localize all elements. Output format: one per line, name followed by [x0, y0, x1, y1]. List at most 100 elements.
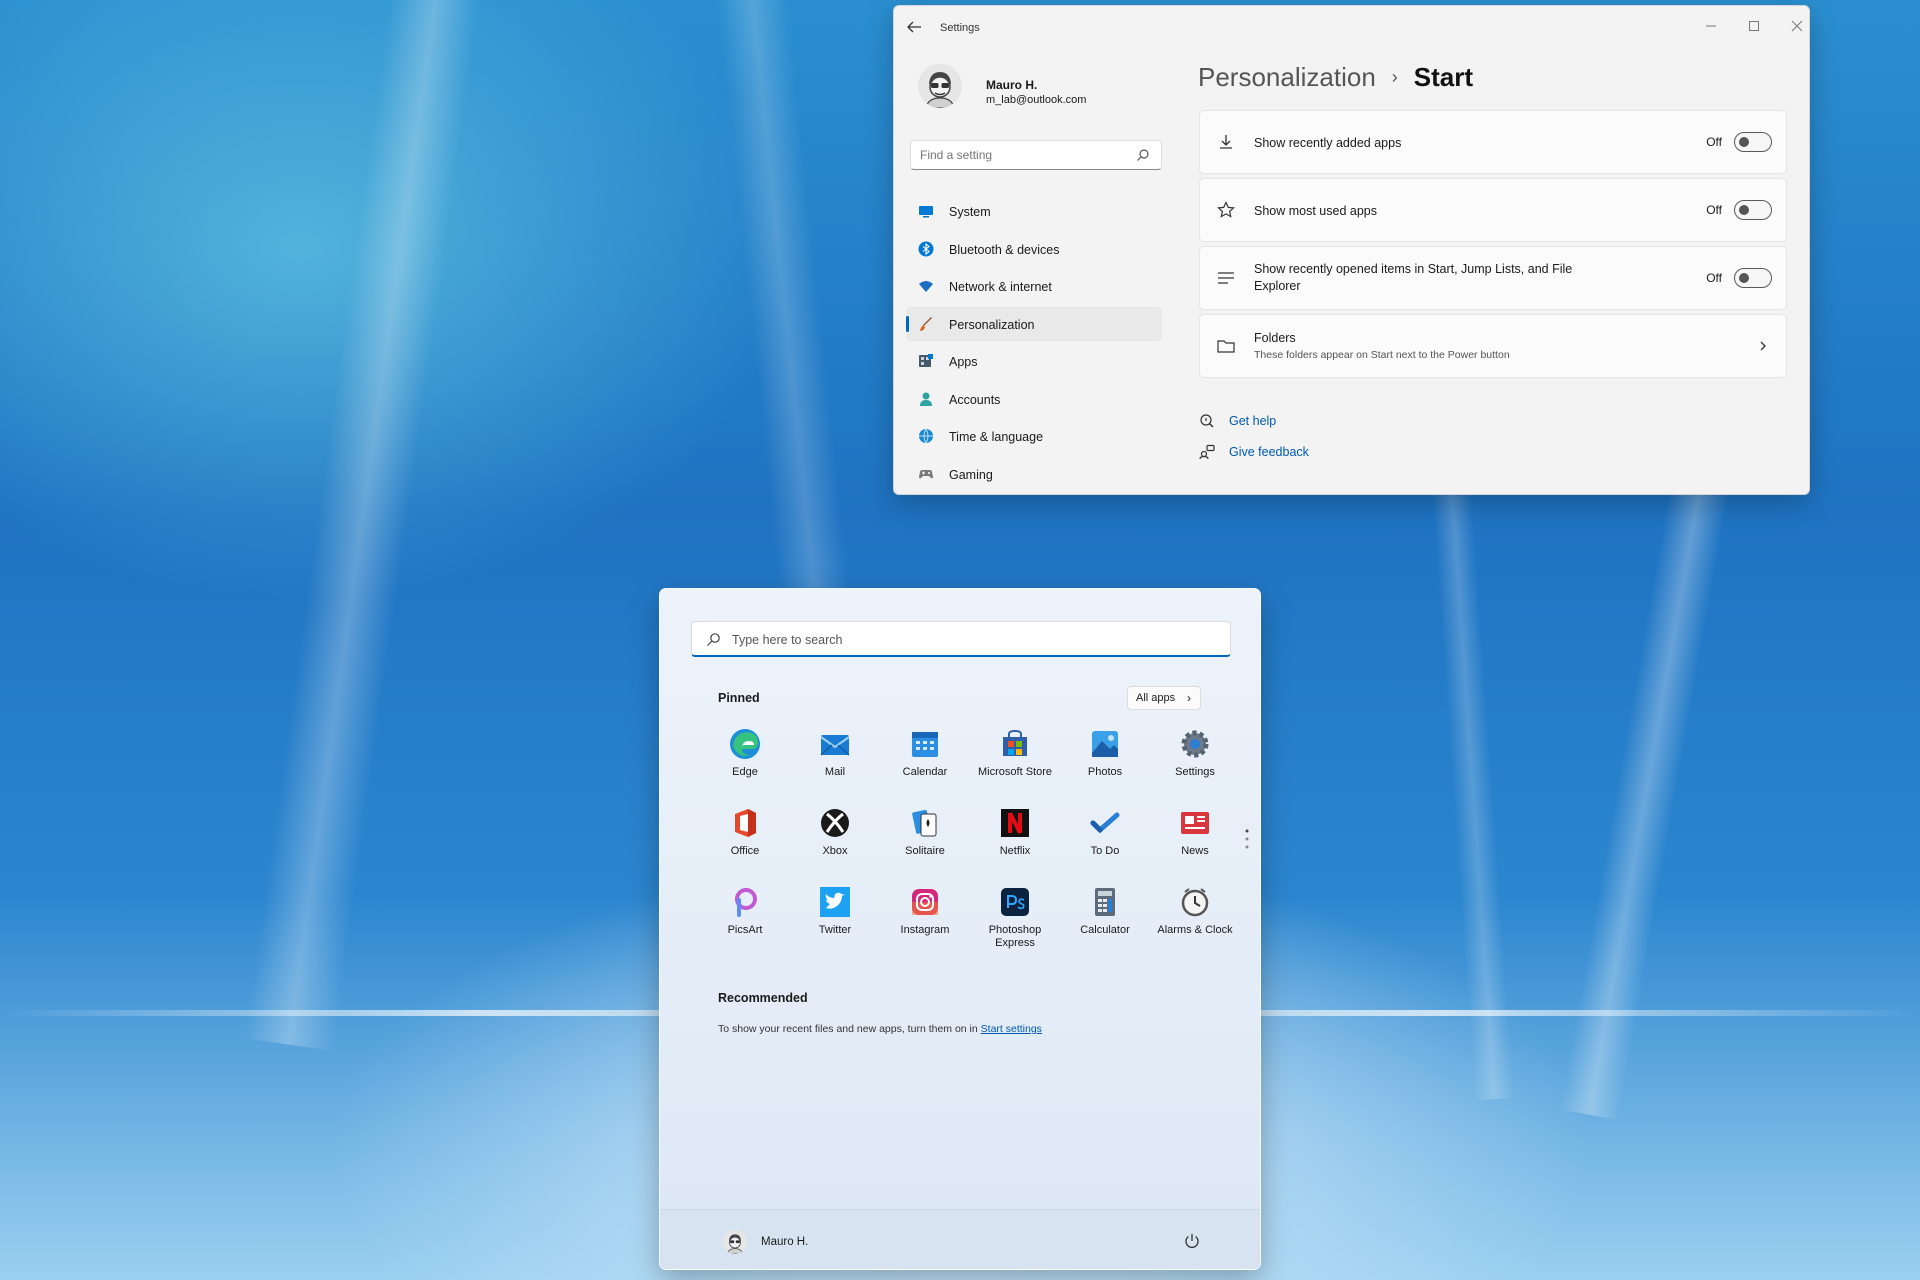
nav-item-accounts[interactable]: Accounts — [906, 382, 1162, 416]
give-feedback-link[interactable]: Give feedback — [1229, 445, 1309, 459]
close-button[interactable] — [1782, 14, 1810, 38]
power-icon[interactable] — [1183, 1232, 1201, 1250]
app-label: News — [1181, 845, 1209, 857]
pinned-app-settings[interactable]: Settings — [1150, 727, 1240, 779]
pinned-app-calculator[interactable]: Calculator — [1060, 885, 1150, 937]
pinned-app-twitter[interactable]: Twitter — [790, 885, 880, 937]
bluetooth-icon — [918, 241, 934, 256]
folders-description: These folders appear on Start next to th… — [1254, 349, 1510, 361]
pinned-app-photoshop-express[interactable]: Photoshop Express — [970, 885, 1060, 950]
pinned-app-mail[interactable]: Mail — [790, 727, 880, 779]
pinned-app-calendar[interactable]: Calendar — [880, 727, 970, 779]
page-title: Start — [1413, 62, 1474, 92]
app-label: Xbox — [822, 845, 848, 857]
toggle-switch[interactable] — [1734, 200, 1772, 220]
app-label: Photos — [1087, 766, 1123, 778]
option-show-most-used-apps: Show most used apps Off — [1199, 178, 1787, 242]
pinned-app-picsart[interactable]: PicsArt — [700, 885, 790, 937]
nav-item-gaming[interactable]: Gaming — [906, 457, 1162, 491]
wifi-icon — [919, 281, 933, 292]
solitaire-icon — [912, 809, 937, 837]
folders-setting[interactable]: Folders These folders appear on Start ne… — [1199, 314, 1787, 378]
pinned-app-photos[interactable]: Photos — [1060, 727, 1150, 779]
pinned-app-alarms-clock[interactable]: Alarms & Clock — [1150, 885, 1240, 937]
toggle-switch[interactable] — [1734, 132, 1772, 152]
user-email: m_lab@outlook.com — [986, 94, 1087, 106]
office-icon — [735, 809, 756, 837]
brush-icon — [920, 316, 932, 331]
toggle-switch[interactable] — [1734, 268, 1772, 288]
breadcrumb-parent[interactable]: Personalization — [1198, 62, 1376, 93]
search-icon — [707, 633, 720, 646]
nav-label: Accounts — [949, 392, 1001, 407]
recommended-message: To show your recent files and new apps, … — [718, 1023, 1042, 1035]
apps-icon — [919, 354, 933, 367]
search-placeholder: Type here to search — [732, 633, 843, 647]
nav-item-apps[interactable]: Apps — [906, 344, 1162, 378]
app-label: Edge — [732, 766, 758, 778]
all-apps-button[interactable]: All apps › — [1127, 686, 1201, 710]
recommended-text: To show your recent files and new apps, … — [718, 1023, 978, 1035]
settings-window: Settings Mauro H. m_lab@outlook.com Syst… — [893, 5, 1810, 495]
instagram-icon — [912, 889, 938, 915]
start-search-box[interactable]: Type here to search — [691, 621, 1231, 657]
get-help-row: Get help — [1199, 413, 1276, 429]
pinned-heading: Pinned — [718, 691, 760, 705]
option-show-recently-added-apps: Show recently added apps Off — [1199, 110, 1787, 174]
photos-icon — [1092, 731, 1118, 757]
pinned-app-solitaire[interactable]: Solitaire — [880, 806, 970, 858]
avatar[interactable] — [723, 1230, 747, 1254]
photoshop-icon — [1001, 888, 1029, 916]
pinned-app-news[interactable]: News — [1150, 806, 1240, 858]
feedback-icon — [1199, 444, 1215, 460]
app-label: Calculator — [1080, 924, 1130, 936]
nav-label: Network & internet — [949, 280, 1052, 294]
pinned-app-edge[interactable]: Edge — [700, 727, 790, 779]
nav-label: Bluetooth & devices — [949, 242, 1060, 257]
nav-item-personalization[interactable]: Personalization — [906, 306, 1162, 341]
search-icon[interactable] — [1136, 148, 1150, 162]
todo-icon — [1090, 812, 1120, 834]
help-icon — [1200, 414, 1214, 428]
nav-item-bluetooth-devices[interactable]: Bluetooth & devices — [906, 232, 1162, 266]
app-label: Instagram — [900, 924, 950, 936]
find-setting-input[interactable] — [910, 140, 1162, 170]
mail-icon — [820, 735, 850, 756]
toggle-state: Off — [1706, 203, 1722, 217]
footer-user-name[interactable]: Mauro H. — [761, 1236, 808, 1248]
pinned-app-instagram[interactable]: Instagram — [880, 885, 970, 937]
pinned-app-netflix[interactable]: Netflix — [970, 806, 1060, 858]
maximize-button[interactable] — [1739, 14, 1769, 38]
pinned-app-xbox[interactable]: Xbox — [790, 806, 880, 858]
star-icon — [1217, 201, 1235, 218]
toggle-state: Off — [1706, 135, 1722, 149]
nav-item-network-internet[interactable]: Network & internet — [906, 269, 1162, 303]
pinned-app-to-do[interactable]: To Do — [1060, 806, 1150, 858]
app-label: To Do — [1090, 845, 1120, 857]
settings-gear-icon — [1181, 730, 1209, 758]
picsart-icon — [735, 888, 757, 917]
option-label: Show recently opened items in Start, Jum… — [1254, 262, 1573, 293]
back-arrow-icon[interactable] — [906, 20, 922, 34]
app-label: Microsoft Store — [978, 766, 1052, 778]
recommended-heading: Recommended — [718, 991, 808, 1005]
nav-label: Personalization — [949, 317, 1035, 332]
start-settings-link[interactable]: Start settings — [981, 1023, 1042, 1035]
pinned-app-microsoft-store[interactable]: Microsoft Store — [970, 727, 1060, 779]
breadcrumb-separator: › — [1391, 67, 1398, 87]
window-title: Settings — [940, 22, 980, 34]
wallpaper-light-ray — [1425, 399, 1515, 1101]
app-label: Calendar — [902, 766, 948, 778]
chevron-right-icon: › — [1187, 691, 1191, 705]
download-icon — [1220, 135, 1232, 149]
minimize-button[interactable] — [1696, 14, 1726, 38]
get-help-link[interactable]: Get help — [1229, 414, 1276, 428]
nav-item-system[interactable]: System — [906, 194, 1162, 228]
pinned-app-office[interactable]: Office — [700, 806, 790, 858]
app-label: Twitter — [818, 924, 852, 936]
option-label: Show recently added apps — [1254, 136, 1402, 150]
page-indicator-dots[interactable] — [1244, 827, 1250, 851]
app-label: PicsArt — [727, 924, 763, 936]
nav-item-time-language[interactable]: Time & language — [906, 419, 1162, 453]
clock-icon — [1181, 888, 1209, 917]
